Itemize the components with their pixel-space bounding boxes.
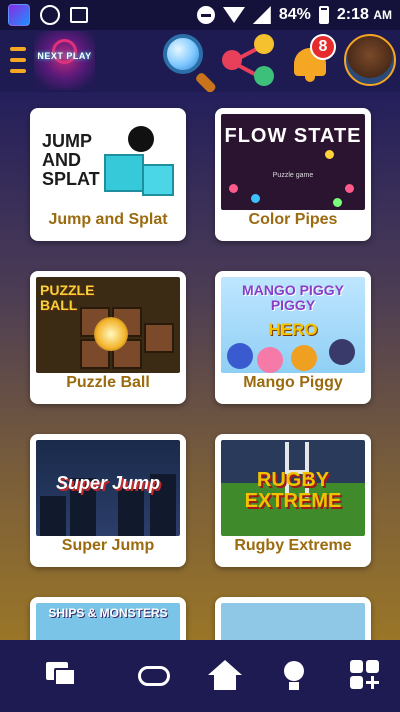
home-icon[interactable] [207, 658, 243, 694]
wifi-icon [222, 7, 245, 23]
game-title: Puzzle Ball [66, 374, 150, 391]
signal-icon [252, 6, 271, 24]
game-title: Super Jump [61, 537, 155, 554]
thumbnail-text: SHIPS & MONSTERS [48, 606, 168, 620]
game-card-super-jump[interactable]: Super Jump Super Jump [30, 434, 186, 567]
game-title: Color Pipes [248, 211, 338, 228]
game-title: Mango Piggy [243, 374, 343, 391]
game-title: Jump and Splat [48, 211, 168, 228]
search-icon[interactable] [160, 34, 222, 95]
gamepad-icon[interactable] [136, 658, 172, 694]
thumbnail-text: MANGO PIGGY PIGGY [242, 282, 344, 313]
thumbnail-text: RUGBY EXTREME [244, 469, 342, 512]
thumbnail-subtext: Puzzle game [272, 172, 314, 179]
game-title: Rugby Extreme [234, 537, 352, 554]
game-card-rugby-extreme[interactable]: RUGBY EXTREME Rugby Extreme [215, 434, 371, 567]
game-card-mango-piggy[interactable]: MANGO PIGGY PIGGY HERO Mango Piggy [215, 271, 371, 404]
user-avatar[interactable] [344, 34, 396, 86]
game-thumbnail: JUMP AND SPLAT [36, 114, 180, 210]
game-thumbnail: PUZZLE BALL [36, 277, 180, 373]
game-card[interactable] [215, 597, 371, 640]
logo-text: NEXT PLAY [37, 51, 92, 61]
do-not-disturb-icon [196, 6, 215, 24]
chat-notification-icon [40, 5, 60, 25]
app-logo[interactable]: NEXT PLAY [34, 31, 95, 90]
chat-icon[interactable] [44, 658, 80, 694]
share-icon[interactable] [222, 34, 278, 88]
game-card-puzzle-ball[interactable]: PUZZLE BALL Puzzle Ball [30, 271, 186, 404]
thumbnail-text: FLOW STATE [224, 125, 362, 147]
thumbnail-subtext: HERO [268, 320, 318, 339]
battery-percent: 84% [278, 6, 311, 23]
game-card-jump-and-splat[interactable]: JUMP AND SPLAT Jump and Splat [30, 108, 186, 241]
thumbnail-text: Super Jump [55, 473, 161, 493]
apps-add-icon[interactable] [348, 658, 384, 694]
app-notification-icon [8, 4, 30, 26]
game-thumbnail: MANGO PIGGY PIGGY HERO [221, 277, 365, 373]
game-card-color-pipes[interactable]: FLOW STATE Puzzle game Color Pipes [215, 108, 371, 241]
game-thumbnail: Super Jump [36, 440, 180, 536]
game-thumbnail [221, 603, 365, 640]
app-header: NEXT PLAY 8 [0, 30, 400, 95]
game-grid: JUMP AND SPLAT Jump and Splat FLOW STATE… [0, 92, 400, 640]
bottom-navigation [0, 640, 400, 712]
status-bar: 84% 2:18 AM [0, 0, 400, 30]
hamburger-menu-icon[interactable] [10, 47, 26, 73]
clock: 2:18 AM [336, 6, 392, 23]
battery-icon [318, 6, 329, 24]
thumbnail-text: JUMP AND SPLAT [42, 131, 100, 189]
game-thumbnail: RUGBY EXTREME [221, 440, 365, 536]
game-card-ships-and-monsters[interactable]: SHIPS & MONSTERS [30, 597, 186, 640]
notification-badge: 8 [310, 34, 336, 60]
game-thumbnail: SHIPS & MONSTERS [36, 603, 180, 640]
lightbulb-icon[interactable] [276, 658, 312, 694]
thumbnail-text: PUZZLE BALL [40, 282, 95, 313]
image-notification-icon [70, 7, 88, 23]
game-thumbnail: FLOW STATE Puzzle game [221, 114, 365, 210]
